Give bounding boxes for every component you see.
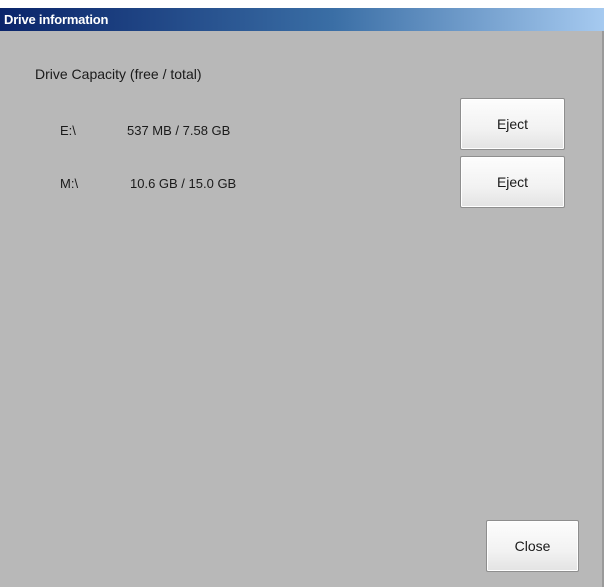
drive-information-window: Drive information Drive Capacity (free /… [0,0,604,587]
drive-capacity-m: 10.6 GB / 15.0 GB [130,176,237,191]
title-bar[interactable]: Drive information [0,8,604,31]
drive-capacity-e: 537 MB / 7.58 GB [127,123,231,138]
drive-letter-m: M:\ [60,176,79,191]
window-title: Drive information [4,12,109,27]
close-button[interactable]: Close [486,520,579,572]
eject-button-m[interactable]: Eject [460,156,565,208]
eject-button-e[interactable]: Eject [460,98,565,150]
drive-capacity-heading: Drive Capacity (free / total) [35,66,202,82]
drive-letter-e: E:\ [60,123,76,138]
window-top-strip [0,0,604,8]
